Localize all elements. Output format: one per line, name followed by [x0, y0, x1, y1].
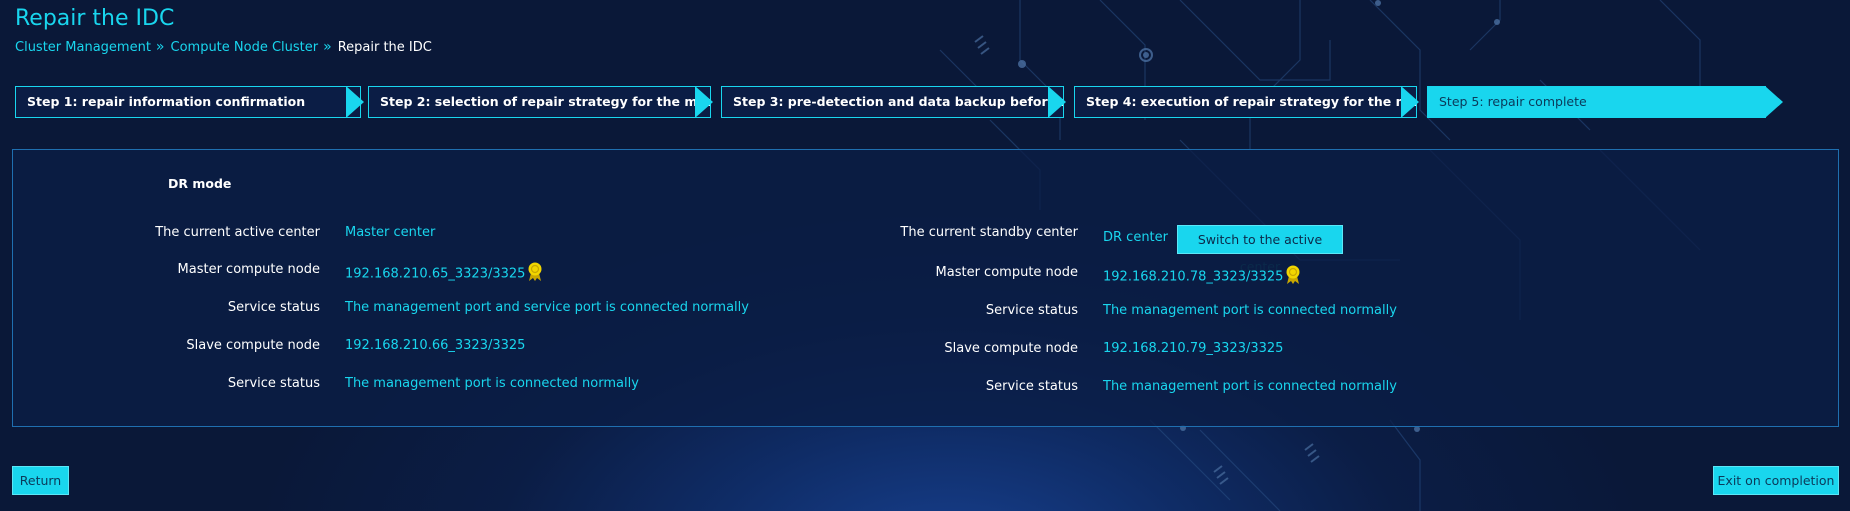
- medal-icon: [527, 262, 543, 286]
- breadcrumb-separator: »: [155, 39, 165, 55]
- left-master-node-value: 192.168.210.65_3323/3325: [345, 266, 526, 282]
- left-slave-node-value: 192.168.210.66_3323/3325: [345, 338, 526, 353]
- breadcrumb-compute-node-cluster[interactable]: Compute Node Cluster: [171, 40, 319, 55]
- left-slave-node-label: Slave compute node: [186, 338, 320, 353]
- breadcrumb-cluster-management[interactable]: Cluster Management: [15, 40, 151, 55]
- left-master-node: 192.168.210.65_3323/3325: [345, 262, 543, 286]
- switch-to-active-center-button[interactable]: Switch to the active center: [1177, 225, 1343, 274]
- left-master-status-value: The management port and service port is …: [345, 300, 749, 315]
- right-master-status-label: Service status: [985, 303, 1078, 318]
- exit-on-completion-button[interactable]: Exit on completion: [1713, 466, 1839, 495]
- step-3-label: Step 3: pre-detection and data backup be…: [721, 86, 1064, 118]
- dr-mode-heading: DR mode: [168, 176, 232, 191]
- right-slave-status-value: The management port is connected normall…: [1103, 379, 1397, 394]
- breadcrumb: Cluster Management » Compute Node Cluste…: [15, 39, 432, 55]
- right-master-status-value: The management port is connected normall…: [1103, 303, 1397, 318]
- left-slave-status-value: The management port is connected normall…: [345, 376, 639, 391]
- step-arrow-icon: [1765, 86, 1783, 118]
- left-slave-status-label: Service status: [227, 376, 320, 391]
- step-4-label: Step 4: execution of repair strategy for…: [1074, 86, 1417, 118]
- left-master-status-label: Service status: [227, 300, 320, 315]
- right-slave-node-label: Slave compute node: [944, 341, 1078, 356]
- step-arrow-icon: [1048, 86, 1066, 118]
- return-button[interactable]: Return: [12, 466, 69, 495]
- right-slave-status-label: Service status: [985, 379, 1078, 394]
- right-master-node-value: 192.168.210.78_3323/3325: [1103, 269, 1284, 285]
- breadcrumb-separator: »: [323, 39, 332, 55]
- active-center-label: The current active center: [155, 225, 320, 240]
- step-arrow-icon: [346, 86, 364, 118]
- step-arrow-icon: [1401, 86, 1419, 118]
- right-master-node-label: Master compute node: [935, 265, 1078, 280]
- step-1-label: Step 1: repair information confirmation: [15, 86, 361, 118]
- standby-center-value: DR center: [1103, 230, 1168, 245]
- step-2-label: Step 2: selection of repair strategy for…: [368, 86, 711, 118]
- left-master-node-label: Master compute node: [177, 262, 320, 277]
- step-arrow-icon: [695, 86, 713, 118]
- standby-center-label: The current standby center: [900, 225, 1078, 240]
- step-5-label: Step 5: repair complete: [1427, 86, 1766, 118]
- page-title: Repair the IDC: [15, 6, 175, 31]
- medal-icon: [1285, 265, 1301, 289]
- right-slave-node-value: 192.168.210.79_3323/3325: [1103, 341, 1284, 356]
- breadcrumb-current: Repair the IDC: [337, 39, 432, 55]
- right-master-node: 192.168.210.78_3323/3325: [1103, 265, 1301, 289]
- active-center-value: Master center: [345, 225, 436, 240]
